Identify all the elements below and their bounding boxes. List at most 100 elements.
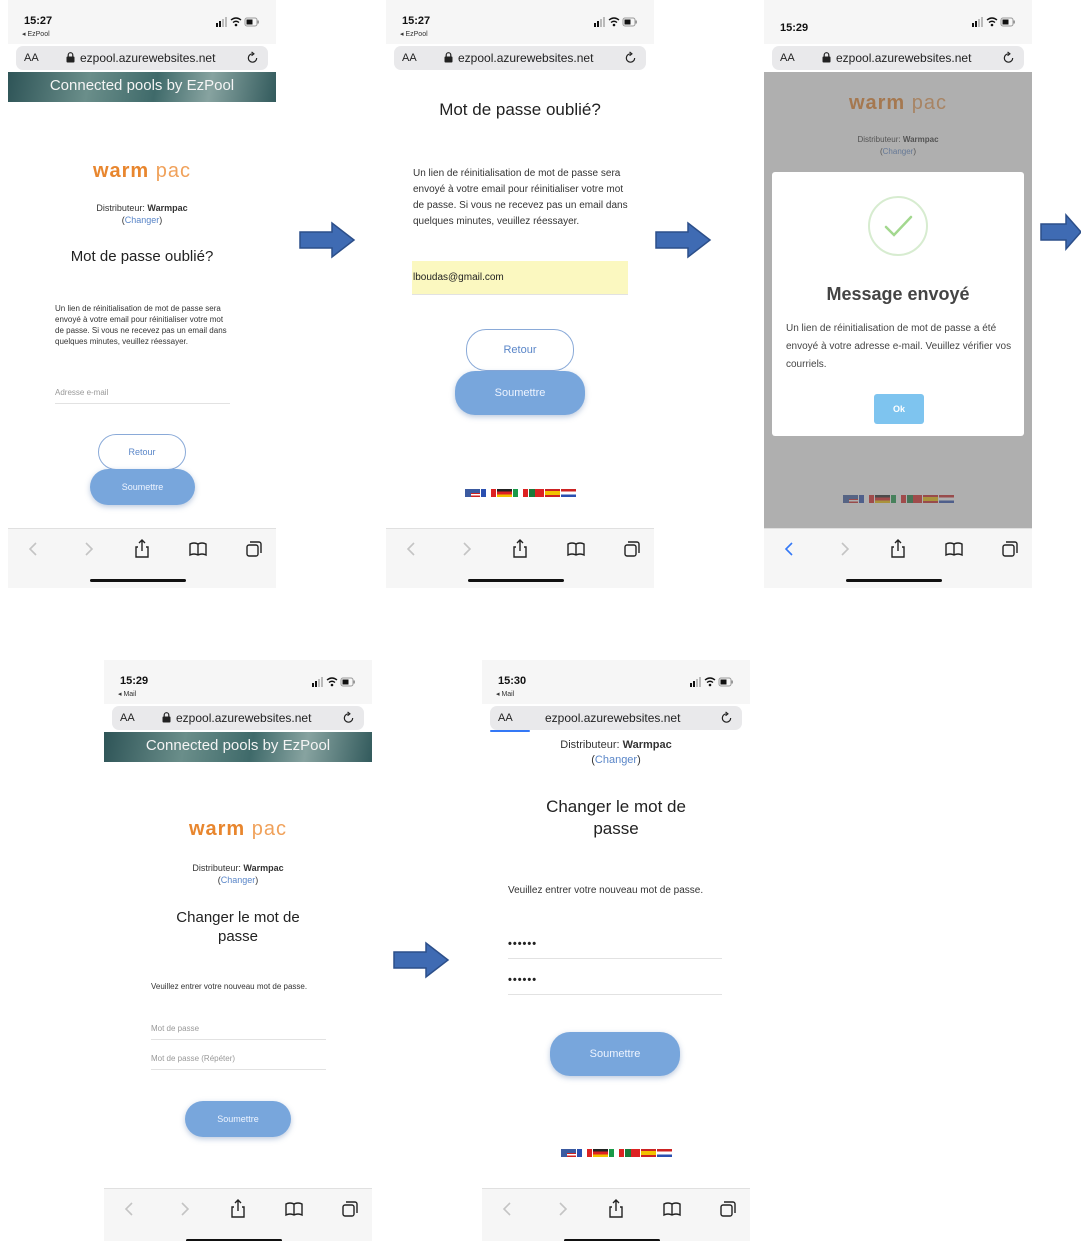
- reader-aa-button[interactable]: AA: [24, 52, 39, 64]
- back-button[interactable]: Retour: [466, 329, 574, 371]
- battery-icon: [622, 17, 637, 27]
- forward-icon[interactable]: [834, 539, 854, 559]
- status-time: 15:29: [120, 675, 149, 687]
- forward-icon[interactable]: [174, 1199, 194, 1219]
- forward-icon[interactable]: [456, 539, 476, 559]
- tabs-icon[interactable]: [1000, 539, 1020, 559]
- reload-icon[interactable]: [1002, 51, 1015, 65]
- back-to-app-link[interactable]: ◂ Mail: [496, 690, 514, 698]
- safari-toolbar: [386, 528, 654, 588]
- paren-close: ): [159, 215, 163, 225]
- lock-icon: [162, 712, 171, 723]
- address-bar[interactable]: AA ezpool.azurewebsites.net: [394, 46, 646, 70]
- address-bar[interactable]: AA ezpool.azurewebsites.net: [112, 706, 364, 730]
- bookmarks-icon[interactable]: [662, 1199, 682, 1219]
- flag-es-icon[interactable]: [640, 1149, 656, 1157]
- modal-message: Un lien de réinitialisation de mot de pa…: [786, 323, 1012, 370]
- page-title: Changer le mot de passe: [176, 909, 300, 945]
- change-distributor-link[interactable]: Changer: [125, 215, 160, 225]
- address-bar[interactable]: AA ezpool.azurewebsites.net: [490, 706, 742, 732]
- share-icon[interactable]: [510, 539, 530, 559]
- share-icon[interactable]: [132, 539, 152, 559]
- submit-button[interactable]: Soumettre: [455, 371, 585, 415]
- forward-icon[interactable]: [78, 539, 98, 559]
- page-title: Changer le mot de passe: [546, 797, 686, 838]
- password-field[interactable]: Mot de passe: [151, 1024, 326, 1040]
- back-to-app-link[interactable]: ◂ EzPool: [22, 30, 50, 38]
- submit-button[interactable]: Soumettre: [90, 469, 195, 505]
- flag-fr-icon[interactable]: [480, 489, 496, 497]
- back-icon[interactable]: [402, 539, 422, 559]
- forward-icon[interactable]: [552, 1199, 572, 1219]
- reader-aa-button[interactable]: AA: [120, 712, 135, 724]
- back-to-app-link[interactable]: ◂ Mail: [118, 690, 136, 698]
- flag-de-icon[interactable]: [592, 1149, 608, 1157]
- flag-pt-icon[interactable]: [528, 489, 544, 497]
- bookmarks-icon[interactable]: [188, 539, 208, 559]
- reload-icon[interactable]: [246, 51, 259, 65]
- home-indicator: [468, 579, 564, 582]
- address-bar[interactable]: AA ezpool.azurewebsites.net: [772, 46, 1024, 70]
- address-bar[interactable]: AA ezpool.azurewebsites.net: [16, 46, 268, 70]
- change-distributor-link[interactable]: Changer: [221, 875, 256, 885]
- lock-icon: [66, 52, 75, 63]
- tabs-icon[interactable]: [244, 539, 264, 559]
- password-repeat-field[interactable]: Mot de passe (Répéter): [151, 1054, 326, 1070]
- email-field[interactable]: lboudas@gmail.com: [412, 261, 628, 295]
- tabs-icon[interactable]: [622, 539, 642, 559]
- back-icon[interactable]: [780, 539, 800, 559]
- submit-button[interactable]: Soumettre: [550, 1032, 680, 1076]
- share-icon[interactable]: [888, 539, 908, 559]
- phone-screen-5: 15:30 ◂ Mail AA ezpool.azurewebsites.net…: [482, 660, 750, 1241]
- submit-button[interactable]: Soumettre: [185, 1101, 291, 1137]
- reload-icon[interactable]: [720, 711, 733, 725]
- back-button[interactable]: Retour: [98, 434, 186, 470]
- ok-button[interactable]: Ok: [874, 394, 924, 424]
- url-text: ezpool.azurewebsites.net: [80, 51, 216, 65]
- flag-it-icon[interactable]: [608, 1149, 624, 1157]
- flag-es-icon[interactable]: [544, 489, 560, 497]
- signal-icon: [594, 17, 605, 27]
- back-icon[interactable]: [498, 1199, 518, 1219]
- flag-nl-icon[interactable]: [560, 489, 576, 497]
- battery-icon: [244, 17, 259, 27]
- flag-fr-icon[interactable]: [576, 1149, 592, 1157]
- flag-us-icon[interactable]: [464, 489, 480, 497]
- reader-aa-button[interactable]: AA: [402, 52, 417, 64]
- battery-icon: [718, 677, 733, 687]
- reader-aa-button[interactable]: AA: [498, 712, 513, 724]
- flag-de-icon[interactable]: [496, 489, 512, 497]
- ezpool-banner: Connected pools by EzPool: [104, 732, 372, 762]
- new-password-description: Veuillez entrer votre nouveau mot de pas…: [508, 885, 704, 896]
- back-icon[interactable]: [24, 539, 44, 559]
- logo-text-warm: warm: [92, 160, 150, 182]
- reload-icon[interactable]: [624, 51, 637, 65]
- phone-screen-1: 15:27 ◂ EzPool AA ezpool.azurewebsites.n…: [8, 0, 276, 588]
- bookmarks-icon[interactable]: [284, 1199, 304, 1219]
- bookmarks-icon[interactable]: [566, 539, 586, 559]
- bookmarks-icon[interactable]: [944, 539, 964, 559]
- email-field[interactable]: Adresse e-mail: [55, 388, 230, 404]
- warmpac-logo: warm pac: [104, 818, 372, 841]
- password-field[interactable]: ••••••: [508, 938, 722, 959]
- share-icon[interactable]: [228, 1199, 248, 1219]
- logo-text-pac: pac: [251, 818, 288, 840]
- flag-us-icon[interactable]: [560, 1149, 576, 1157]
- password-repeat-field[interactable]: ••••••: [508, 974, 722, 995]
- share-icon[interactable]: [606, 1199, 626, 1219]
- reload-icon[interactable]: [342, 711, 355, 725]
- flag-pt-icon[interactable]: [624, 1149, 640, 1157]
- warmpac-logo: warm pac: [8, 160, 276, 183]
- message-sent-modal: Message envoyé Un lien de réinitialisati…: [772, 172, 1024, 436]
- checkmark-icon: [884, 215, 913, 237]
- tabs-icon[interactable]: [340, 1199, 360, 1219]
- reader-aa-button[interactable]: AA: [780, 52, 795, 64]
- flag-nl-icon[interactable]: [656, 1149, 672, 1157]
- flag-it-icon[interactable]: [512, 489, 528, 497]
- tabs-icon[interactable]: [718, 1199, 738, 1219]
- back-to-app-link[interactable]: ◂ EzPool: [400, 30, 428, 38]
- back-icon[interactable]: [120, 1199, 140, 1219]
- status-bar: 15:29: [764, 0, 1032, 44]
- change-distributor-link[interactable]: Changer: [595, 754, 637, 766]
- success-circle: [868, 196, 928, 256]
